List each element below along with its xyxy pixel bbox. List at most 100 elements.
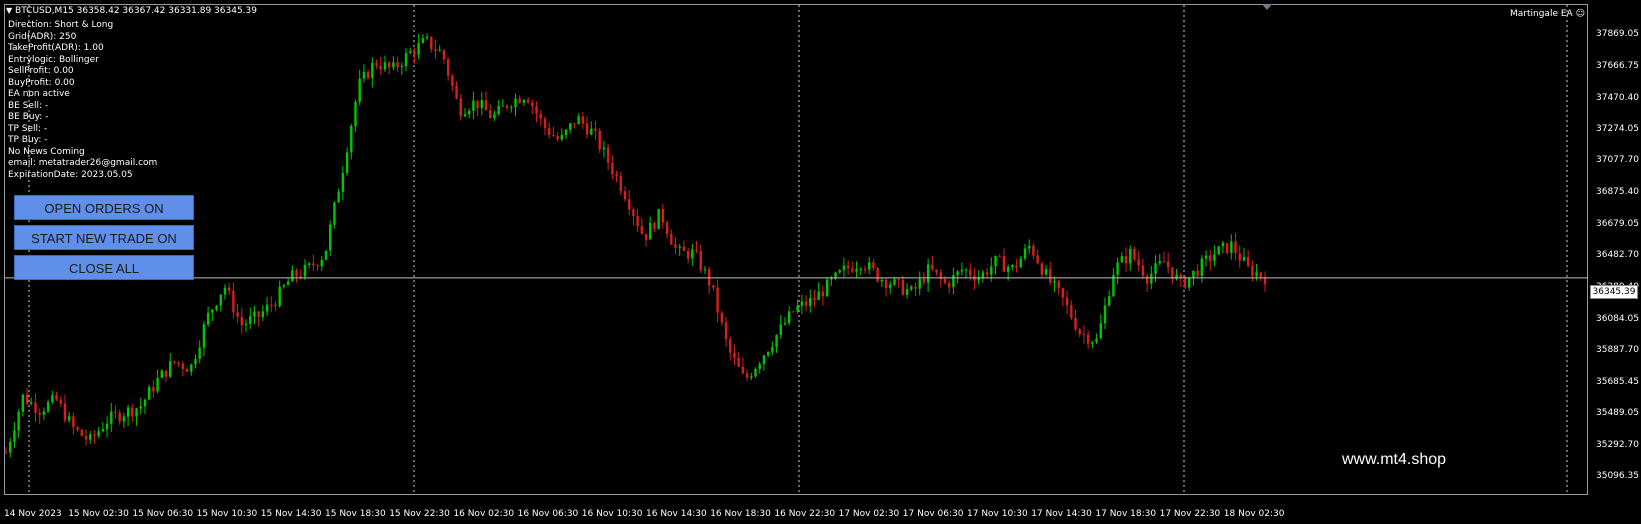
candle-body — [4, 452, 8, 454]
candle-body — [459, 98, 462, 117]
info-line: BuyProfit: 0.00 — [8, 77, 75, 88]
candle-body — [1044, 269, 1048, 275]
current-price-label: 36345.39 — [1590, 285, 1638, 299]
info-line: TP Buy: - — [8, 135, 48, 145]
candle-body — [935, 269, 938, 273]
candle-body — [1019, 258, 1022, 268]
candle-body — [1057, 281, 1060, 289]
candle-body — [691, 249, 694, 259]
candle-body — [316, 265, 319, 267]
candle-body — [556, 135, 559, 140]
candle-body — [1200, 258, 1204, 276]
candle-body — [758, 364, 761, 369]
candle-body — [518, 98, 521, 103]
candle-body — [867, 262, 871, 270]
time-tick-label: 16 Nov 14:30 — [646, 509, 707, 519]
symbol-header: ▼ BTCUSD,M15 36358.42 36367.42 36331.89 … — [6, 6, 257, 16]
candle-body — [249, 316, 252, 324]
price-tick-label: 37666.75 — [1596, 61, 1639, 72]
time-tick-label: 15 Nov 14:30 — [260, 509, 322, 519]
candle-body — [299, 276, 302, 278]
candle-body — [383, 62, 387, 70]
candle-body — [34, 402, 37, 413]
candle-body — [89, 434, 92, 440]
candle-body — [560, 134, 564, 140]
candle-body — [1074, 317, 1077, 330]
candle-body — [1209, 255, 1212, 261]
candle-body — [1183, 278, 1187, 288]
candle-body — [122, 416, 126, 422]
candle-body — [863, 268, 867, 270]
candle-body — [379, 65, 382, 70]
candle-body — [164, 370, 168, 377]
candle-body — [13, 430, 16, 443]
candle-body — [821, 291, 825, 297]
candle-body — [745, 373, 749, 378]
candle-body — [851, 268, 854, 272]
price-tick-label: 35685.45 — [1596, 377, 1639, 388]
dropdown-triangle-icon[interactable] — [1262, 4, 1272, 10]
time-tick-label: 16 Nov 10:30 — [581, 509, 643, 519]
candle-body — [463, 114, 467, 117]
candle-body — [842, 265, 846, 271]
candle-body — [653, 222, 656, 230]
candle-body — [30, 402, 33, 404]
candle-body — [350, 125, 353, 153]
candle-body — [265, 304, 269, 312]
candle-body — [257, 311, 260, 318]
candle-body — [1259, 272, 1262, 278]
candle-body — [404, 53, 408, 67]
start-new-trade-button[interactable]: START NEW TRADE ON — [14, 225, 194, 250]
candle-body — [489, 110, 492, 119]
candle-body — [1204, 255, 1208, 259]
candle-body — [1129, 249, 1132, 264]
candle-body — [329, 224, 332, 251]
candle-body — [573, 123, 576, 125]
candle-body — [1103, 305, 1107, 324]
candle-body — [569, 123, 572, 130]
open-orders-button[interactable]: OPEN ORDERS ON — [14, 195, 194, 220]
candle-body — [771, 347, 774, 352]
info-line: Entrylogic: Bollinger — [8, 54, 99, 65]
candle-body — [1221, 243, 1225, 247]
candle-body — [1120, 256, 1124, 263]
candle-body — [800, 301, 804, 306]
candle-body — [375, 62, 378, 66]
time-tick-label: 17 Nov 14:30 — [1031, 509, 1092, 519]
candle-body — [152, 387, 155, 392]
candle-body — [312, 263, 315, 266]
info-line: BE Sell: - — [8, 100, 49, 111]
price-tick-label: 35489.05 — [1596, 408, 1639, 419]
candle-body — [185, 368, 189, 372]
candle-body — [505, 105, 509, 108]
candle-body — [21, 394, 25, 412]
candle-body — [585, 123, 589, 135]
candle-body — [990, 266, 993, 275]
candle-body — [809, 298, 812, 306]
candle-body — [922, 278, 926, 283]
candle-body — [202, 324, 206, 348]
candle-body — [387, 62, 391, 68]
expert-advisor-label[interactable]: Martingale EA ☺ — [1510, 9, 1585, 19]
candle-body — [42, 411, 46, 415]
close-all-button[interactable]: CLOSE ALL — [14, 255, 194, 280]
candle-body — [649, 222, 652, 240]
candle-body — [661, 209, 665, 223]
candle-body — [943, 278, 947, 284]
info-line: email: metatrader26@gmail.com — [8, 158, 158, 168]
collapse-triangle-icon[interactable]: ▼ — [6, 6, 12, 15]
candle-body — [371, 62, 374, 79]
candle-body — [76, 427, 79, 430]
candle-body — [787, 311, 791, 324]
candle-body — [552, 134, 555, 136]
candle-body — [430, 36, 433, 50]
info-line: BE Buy: - — [8, 112, 49, 122]
candle-body — [720, 312, 724, 323]
candle-body — [25, 394, 29, 404]
candle-body — [998, 255, 1001, 257]
time-tick-label: 17 Nov 06:30 — [902, 509, 964, 519]
candlestick-chart[interactable] — [0, 0, 1641, 524]
candle-body — [729, 339, 732, 353]
candle-body — [1141, 265, 1145, 276]
candle-body — [741, 366, 745, 374]
